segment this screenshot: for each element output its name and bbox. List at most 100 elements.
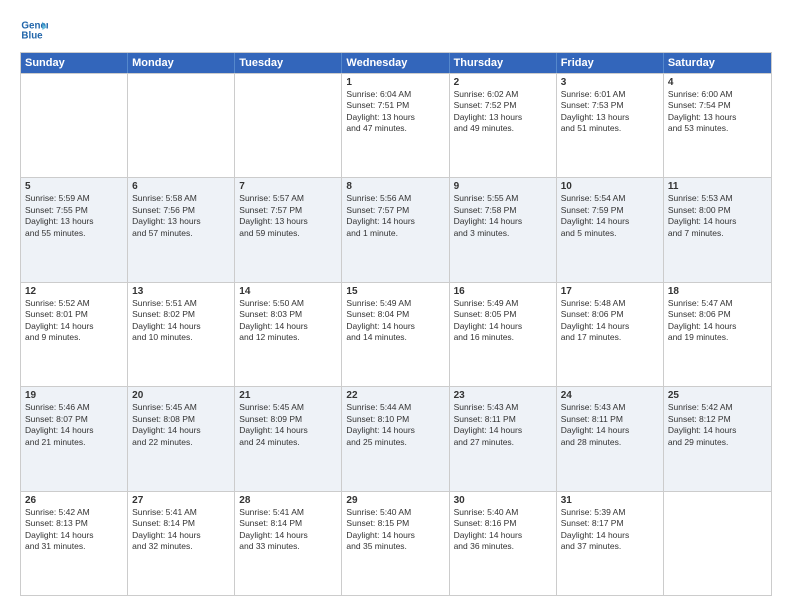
- day-info: Sunrise: 5:57 AM Sunset: 7:57 PM Dayligh…: [239, 193, 337, 239]
- day-info: Sunrise: 5:41 AM Sunset: 8:14 PM Dayligh…: [132, 507, 230, 553]
- day-info: Sunrise: 5:44 AM Sunset: 8:10 PM Dayligh…: [346, 402, 444, 448]
- calendar-row-4: 19Sunrise: 5:46 AM Sunset: 8:07 PM Dayli…: [21, 386, 771, 490]
- day-cell-7: 7Sunrise: 5:57 AM Sunset: 7:57 PM Daylig…: [235, 178, 342, 281]
- weekday-header-thursday: Thursday: [450, 53, 557, 73]
- day-info: Sunrise: 5:50 AM Sunset: 8:03 PM Dayligh…: [239, 298, 337, 344]
- day-cell-6: 6Sunrise: 5:58 AM Sunset: 7:56 PM Daylig…: [128, 178, 235, 281]
- calendar-row-5: 26Sunrise: 5:42 AM Sunset: 8:13 PM Dayli…: [21, 491, 771, 595]
- day-cell-15: 15Sunrise: 5:49 AM Sunset: 8:04 PM Dayli…: [342, 283, 449, 386]
- day-number: 29: [346, 495, 444, 506]
- day-number: 7: [239, 181, 337, 192]
- calendar: SundayMondayTuesdayWednesdayThursdayFrid…: [20, 52, 772, 596]
- day-number: 4: [668, 77, 767, 88]
- day-number: 11: [668, 181, 767, 192]
- logo: General Blue: [20, 16, 52, 44]
- weekday-header-tuesday: Tuesday: [235, 53, 342, 73]
- day-number: 18: [668, 286, 767, 297]
- day-cell-31: 31Sunrise: 5:39 AM Sunset: 8:17 PM Dayli…: [557, 492, 664, 595]
- day-info: Sunrise: 5:53 AM Sunset: 8:00 PM Dayligh…: [668, 193, 767, 239]
- day-number: 25: [668, 390, 767, 401]
- day-info: Sunrise: 5:39 AM Sunset: 8:17 PM Dayligh…: [561, 507, 659, 553]
- day-number: 22: [346, 390, 444, 401]
- day-number: 1: [346, 77, 444, 88]
- day-cell-13: 13Sunrise: 5:51 AM Sunset: 8:02 PM Dayli…: [128, 283, 235, 386]
- day-cell-3: 3Sunrise: 6:01 AM Sunset: 7:53 PM Daylig…: [557, 74, 664, 177]
- day-number: 23: [454, 390, 552, 401]
- day-info: Sunrise: 5:42 AM Sunset: 8:13 PM Dayligh…: [25, 507, 123, 553]
- day-number: 27: [132, 495, 230, 506]
- day-number: 10: [561, 181, 659, 192]
- empty-cell: [664, 492, 771, 595]
- weekday-header-sunday: Sunday: [21, 53, 128, 73]
- day-cell-2: 2Sunrise: 6:02 AM Sunset: 7:52 PM Daylig…: [450, 74, 557, 177]
- day-number: 2: [454, 77, 552, 88]
- day-cell-20: 20Sunrise: 5:45 AM Sunset: 8:08 PM Dayli…: [128, 387, 235, 490]
- day-info: Sunrise: 6:01 AM Sunset: 7:53 PM Dayligh…: [561, 89, 659, 135]
- day-cell-10: 10Sunrise: 5:54 AM Sunset: 7:59 PM Dayli…: [557, 178, 664, 281]
- day-number: 31: [561, 495, 659, 506]
- calendar-body: 1Sunrise: 6:04 AM Sunset: 7:51 PM Daylig…: [21, 73, 771, 595]
- day-info: Sunrise: 5:42 AM Sunset: 8:12 PM Dayligh…: [668, 402, 767, 448]
- day-number: 21: [239, 390, 337, 401]
- day-info: Sunrise: 5:43 AM Sunset: 8:11 PM Dayligh…: [561, 402, 659, 448]
- day-info: Sunrise: 5:58 AM Sunset: 7:56 PM Dayligh…: [132, 193, 230, 239]
- day-info: Sunrise: 6:04 AM Sunset: 7:51 PM Dayligh…: [346, 89, 444, 135]
- day-info: Sunrise: 5:43 AM Sunset: 8:11 PM Dayligh…: [454, 402, 552, 448]
- day-number: 3: [561, 77, 659, 88]
- day-info: Sunrise: 5:59 AM Sunset: 7:55 PM Dayligh…: [25, 193, 123, 239]
- day-cell-16: 16Sunrise: 5:49 AM Sunset: 8:05 PM Dayli…: [450, 283, 557, 386]
- empty-cell: [21, 74, 128, 177]
- day-number: 26: [25, 495, 123, 506]
- day-cell-24: 24Sunrise: 5:43 AM Sunset: 8:11 PM Dayli…: [557, 387, 664, 490]
- day-cell-18: 18Sunrise: 5:47 AM Sunset: 8:06 PM Dayli…: [664, 283, 771, 386]
- day-cell-4: 4Sunrise: 6:00 AM Sunset: 7:54 PM Daylig…: [664, 74, 771, 177]
- empty-cell: [128, 74, 235, 177]
- calendar-row-1: 1Sunrise: 6:04 AM Sunset: 7:51 PM Daylig…: [21, 73, 771, 177]
- day-number: 17: [561, 286, 659, 297]
- empty-cell: [235, 74, 342, 177]
- day-cell-1: 1Sunrise: 6:04 AM Sunset: 7:51 PM Daylig…: [342, 74, 449, 177]
- calendar-row-3: 12Sunrise: 5:52 AM Sunset: 8:01 PM Dayli…: [21, 282, 771, 386]
- day-cell-27: 27Sunrise: 5:41 AM Sunset: 8:14 PM Dayli…: [128, 492, 235, 595]
- day-cell-12: 12Sunrise: 5:52 AM Sunset: 8:01 PM Dayli…: [21, 283, 128, 386]
- day-info: Sunrise: 6:00 AM Sunset: 7:54 PM Dayligh…: [668, 89, 767, 135]
- day-info: Sunrise: 5:40 AM Sunset: 8:16 PM Dayligh…: [454, 507, 552, 553]
- day-cell-5: 5Sunrise: 5:59 AM Sunset: 7:55 PM Daylig…: [21, 178, 128, 281]
- day-cell-29: 29Sunrise: 5:40 AM Sunset: 8:15 PM Dayli…: [342, 492, 449, 595]
- day-info: Sunrise: 5:49 AM Sunset: 8:05 PM Dayligh…: [454, 298, 552, 344]
- day-cell-19: 19Sunrise: 5:46 AM Sunset: 8:07 PM Dayli…: [21, 387, 128, 490]
- day-cell-11: 11Sunrise: 5:53 AM Sunset: 8:00 PM Dayli…: [664, 178, 771, 281]
- day-info: Sunrise: 5:54 AM Sunset: 7:59 PM Dayligh…: [561, 193, 659, 239]
- day-info: Sunrise: 5:55 AM Sunset: 7:58 PM Dayligh…: [454, 193, 552, 239]
- day-number: 8: [346, 181, 444, 192]
- day-number: 16: [454, 286, 552, 297]
- day-info: Sunrise: 5:56 AM Sunset: 7:57 PM Dayligh…: [346, 193, 444, 239]
- day-cell-17: 17Sunrise: 5:48 AM Sunset: 8:06 PM Dayli…: [557, 283, 664, 386]
- day-info: Sunrise: 5:46 AM Sunset: 8:07 PM Dayligh…: [25, 402, 123, 448]
- day-number: 20: [132, 390, 230, 401]
- day-cell-14: 14Sunrise: 5:50 AM Sunset: 8:03 PM Dayli…: [235, 283, 342, 386]
- day-cell-9: 9Sunrise: 5:55 AM Sunset: 7:58 PM Daylig…: [450, 178, 557, 281]
- day-number: 9: [454, 181, 552, 192]
- weekday-header-wednesday: Wednesday: [342, 53, 449, 73]
- calendar-row-2: 5Sunrise: 5:59 AM Sunset: 7:55 PM Daylig…: [21, 177, 771, 281]
- day-info: Sunrise: 5:41 AM Sunset: 8:14 PM Dayligh…: [239, 507, 337, 553]
- day-cell-8: 8Sunrise: 5:56 AM Sunset: 7:57 PM Daylig…: [342, 178, 449, 281]
- day-number: 24: [561, 390, 659, 401]
- page: General Blue SundayMondayTuesdayWednesda…: [0, 0, 792, 612]
- day-info: Sunrise: 5:49 AM Sunset: 8:04 PM Dayligh…: [346, 298, 444, 344]
- day-info: Sunrise: 5:40 AM Sunset: 8:15 PM Dayligh…: [346, 507, 444, 553]
- svg-text:Blue: Blue: [21, 30, 43, 41]
- day-cell-30: 30Sunrise: 5:40 AM Sunset: 8:16 PM Dayli…: [450, 492, 557, 595]
- day-number: 30: [454, 495, 552, 506]
- day-cell-23: 23Sunrise: 5:43 AM Sunset: 8:11 PM Dayli…: [450, 387, 557, 490]
- day-number: 15: [346, 286, 444, 297]
- header: General Blue: [20, 16, 772, 44]
- day-cell-21: 21Sunrise: 5:45 AM Sunset: 8:09 PM Dayli…: [235, 387, 342, 490]
- logo-icon: General Blue: [20, 16, 48, 44]
- weekday-header-friday: Friday: [557, 53, 664, 73]
- day-number: 6: [132, 181, 230, 192]
- day-number: 13: [132, 286, 230, 297]
- day-info: Sunrise: 6:02 AM Sunset: 7:52 PM Dayligh…: [454, 89, 552, 135]
- day-number: 12: [25, 286, 123, 297]
